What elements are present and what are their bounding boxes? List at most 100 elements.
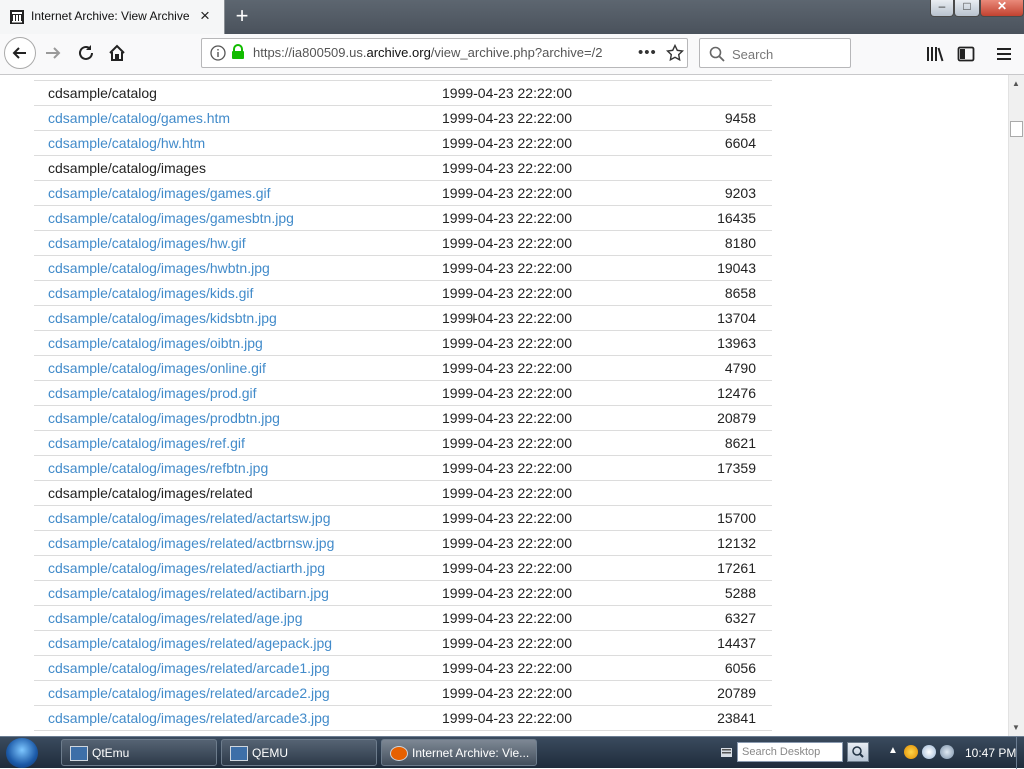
table-row: cdsample/catalog/images/related/actiarth… [34, 556, 772, 581]
table-row: cdsample/catalog/images/oibtn.jpg 1999-04… [34, 331, 772, 356]
file-link[interactable]: cdsample/catalog/images/online.gif [48, 360, 266, 376]
table-row: cdsample/catalog/images/prodbtn.jpg 1999-… [34, 406, 772, 431]
url-prefix: https://ia800509.us. [253, 45, 367, 60]
url-text[interactable]: https://ia800509.us.archive.org/view_arc… [253, 45, 603, 60]
file-link[interactable]: cdsample/catalog/images/related/actbrnsw… [48, 535, 334, 551]
file-link[interactable]: cdsample/catalog/images/related/actibarn… [48, 585, 329, 601]
navigation-toolbar: https://ia800509.us.archive.org/view_arc… [0, 34, 1024, 75]
sidebar-toggle-icon[interactable] [957, 45, 975, 63]
file-size: 16435 [717, 210, 756, 226]
site-info-icon[interactable] [210, 45, 226, 61]
tab-internet-archive[interactable]: Internet Archive: View Archive × [0, 0, 225, 34]
new-tab-button[interactable]: + [230, 4, 254, 28]
file-link[interactable]: cdsample/catalog/games.htm [48, 110, 230, 126]
table-row: cdsample/catalog/images/related/arcade1.… [34, 656, 772, 681]
network-icon[interactable] [922, 745, 936, 759]
file-size: 14437 [717, 635, 756, 651]
taskbar-button-qtemu[interactable]: QtEmu [61, 739, 217, 766]
table-row: cdsample/catalog/hw.htm 1999-04-23 22:22:… [34, 131, 772, 156]
file-link[interactable]: cdsample/catalog/images/related/arcade3.… [48, 710, 330, 726]
file-link[interactable]: cdsample/catalog/images/prod.gif [48, 385, 257, 401]
file-link[interactable]: cdsample/catalog/images/related/arcade2.… [48, 685, 330, 701]
file-link[interactable]: cdsample/catalog/images/related/age.jpg [48, 610, 303, 626]
file-link[interactable]: cdsample/catalog/images/hwbtn.jpg [48, 260, 270, 276]
close-tab-icon[interactable]: × [200, 7, 210, 25]
file-date: 1999-04-23 22:22:00 [442, 360, 572, 376]
table-row: cdsample/catalog/images/related 1999-04-2… [34, 481, 772, 506]
file-link[interactable]: cdsample/catalog/images/prodbtn.jpg [48, 410, 280, 426]
home-icon[interactable] [107, 43, 127, 63]
bookmark-star-icon[interactable] [666, 44, 684, 62]
table-row: cdsample/catalog/images/related/age.jpg 1… [34, 606, 772, 631]
start-button[interactable] [6, 738, 38, 768]
file-link[interactable]: cdsample/catalog/hw.htm [48, 135, 205, 151]
back-arrow-icon [12, 47, 26, 59]
library-icon[interactable] [926, 45, 944, 63]
file-date: 1999-04-23 22:22:00 [442, 260, 572, 276]
file-link[interactable]: cdsample/catalog/images/related/agepack.… [48, 635, 332, 651]
file-link[interactable]: cdsample/catalog/images/related/arcade1.… [48, 660, 330, 676]
file-date: 1999-04-23 22:22:00 [442, 410, 572, 426]
secure-lock-icon [232, 44, 244, 59]
table-row: cdsample/catalog/images 1999-04-23 22:22:… [34, 156, 772, 181]
menu-hamburger-icon[interactable] [995, 45, 1013, 63]
forward-arrow-icon[interactable] [43, 43, 63, 63]
url-path: /view_archive.php?archive=/2 [430, 45, 603, 60]
file-link[interactable]: cdsample/catalog/images/games.gif [48, 185, 271, 201]
reload-icon[interactable] [76, 43, 96, 63]
table-row: cdsample/catalog/images/related/actibarn… [34, 581, 772, 606]
file-size: 17359 [717, 460, 756, 476]
show-hidden-icons-icon[interactable]: ▲ [888, 745, 898, 756]
window-close-icon: ✕ [996, 0, 1008, 13]
file-link[interactable]: cdsample/catalog/images/kids.gif [48, 285, 253, 301]
file-date: 1999-04-23 22:22:00 [442, 460, 572, 476]
file-date: 1999-04-23 22:22:00 [442, 285, 572, 301]
text-cursor-icon: I [472, 310, 476, 326]
scroll-down-icon[interactable]: ▼ [1012, 723, 1020, 732]
archive-favicon-icon [10, 10, 24, 24]
desktop-search-button[interactable] [847, 742, 869, 762]
volume-icon[interactable] [940, 745, 954, 759]
search-box[interactable]: Search [699, 38, 851, 68]
table-row: cdsample/catalog/images/related/actbrnsw… [34, 531, 772, 556]
desktop-search-input[interactable]: Search Desktop [737, 742, 843, 762]
taskbar-button-browser[interactable]: Internet Archive: Vie... [381, 739, 537, 766]
scrollbar-thumb[interactable] [1010, 121, 1023, 137]
taskbar-button-qemu[interactable]: QEMU [221, 739, 377, 766]
show-desktop-button[interactable] [1016, 737, 1024, 769]
file-link[interactable]: cdsample/catalog/images/gamesbtn.jpg [48, 210, 294, 226]
vertical-scrollbar[interactable]: ▲ ▼ [1008, 75, 1024, 736]
file-link[interactable]: cdsample/catalog/images/kidsbtn.jpg [48, 310, 277, 326]
magnifier-icon [852, 746, 864, 758]
file-size: 20789 [717, 685, 756, 701]
tab-title: Internet Archive: View Archive [31, 9, 190, 23]
minimize-button[interactable]: – [930, 0, 954, 17]
maximize-button[interactable]: □ [954, 0, 980, 17]
file-link[interactable]: cdsample/catalog/images/related/actartsw… [48, 510, 330, 526]
back-button[interactable] [4, 37, 36, 69]
taskbar-label: Internet Archive: Vie... [412, 746, 530, 760]
file-date: 1999-04-23 22:22:00 [442, 185, 572, 201]
file-link[interactable]: cdsample/catalog/images/refbtn.jpg [48, 460, 268, 476]
address-bar[interactable]: https://ia800509.us.archive.org/view_arc… [201, 38, 688, 68]
file-size: 23841 [717, 710, 756, 726]
table-row: cdsample/catalog 1999-04-23 22:22:00 [34, 81, 772, 106]
clock[interactable]: 10:47 PM [965, 746, 1016, 760]
file-link[interactable]: cdsample/catalog/images/related/actiarth… [48, 560, 325, 576]
tray-app-icon[interactable] [904, 745, 918, 759]
file-date: 1999-04-23 22:22:00 [442, 585, 572, 601]
file-size: 12476 [717, 385, 756, 401]
taskbar: QtEmu QEMU Internet Archive: Vie... Sear… [0, 736, 1024, 769]
file-size: 9458 [724, 110, 756, 126]
file-date: 1999-04-23 22:22:00 [442, 485, 572, 501]
page-actions-icon[interactable]: ••• [638, 44, 657, 61]
file-date: 1999-04-23 22:22:00 [442, 560, 572, 576]
file-link[interactable]: cdsample/catalog/images/hw.gif [48, 235, 246, 251]
file-link[interactable]: cdsample/catalog/images/ref.gif [48, 435, 245, 451]
scroll-up-icon[interactable]: ▲ [1012, 79, 1020, 88]
file-size: 13704 [717, 310, 756, 326]
table-row: cdsample/catalog/images/hw.gif 1999-04-23… [34, 231, 772, 256]
keyboard-layout-icon[interactable] [720, 746, 733, 759]
window-close-button[interactable]: ✕ [980, 0, 1024, 17]
file-link[interactable]: cdsample/catalog/images/oibtn.jpg [48, 335, 263, 351]
